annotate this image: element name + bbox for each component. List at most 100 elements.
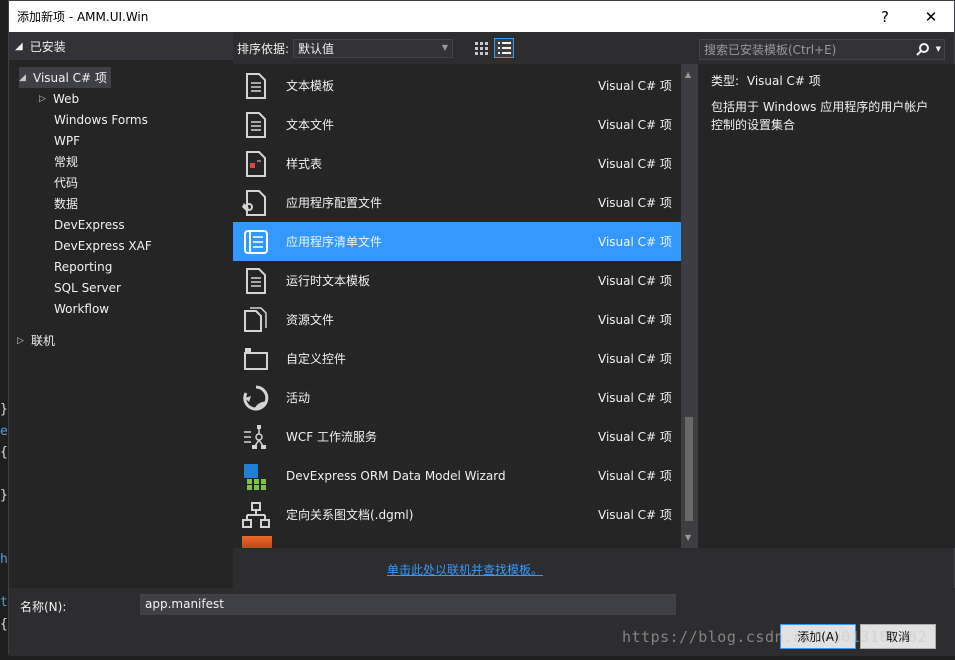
template-list-item[interactable]: 样式表 Visual C# 项 bbox=[233, 144, 681, 183]
template-name: DevExpress ORM Data Model Wizard bbox=[286, 468, 506, 483]
template-description: 包括用于 Windows 应用程序的用户帐户控制的设置集合 bbox=[711, 100, 929, 132]
template-name: 活动 bbox=[286, 391, 311, 405]
tree-item-label: Windows Forms bbox=[54, 112, 148, 127]
code-glyph: { bbox=[0, 445, 8, 460]
code-glyph: { bbox=[0, 617, 8, 632]
search-icon[interactable] bbox=[916, 42, 930, 56]
template-list-item[interactable]: 应用程序清单文件 Visual C# 项 bbox=[233, 222, 681, 261]
template-name: 运行时文本模板 bbox=[286, 274, 371, 288]
template-name: 应用程序配置文件 bbox=[286, 196, 383, 210]
template-type: Visual C# 项 bbox=[598, 79, 672, 93]
tree-item-label: DevExpress XAF bbox=[54, 238, 152, 253]
template-list-item[interactable]: 运行时文本模板 Visual C# 项 bbox=[233, 261, 681, 300]
tree-item[interactable]: Windows Forms bbox=[54, 109, 148, 130]
tree-item[interactable]: ▷ Web bbox=[39, 88, 79, 109]
tree-item-label: Reporting bbox=[54, 259, 113, 274]
text-template-icon bbox=[241, 71, 271, 101]
template-list-scrollbar[interactable]: ▲ ▼ bbox=[681, 64, 698, 548]
template-list-item[interactable]: DevExpress ORM Data Model Wizard Visual C… bbox=[233, 456, 681, 495]
tree-item[interactable]: WPF bbox=[54, 130, 80, 151]
template-type: Visual C# 项 bbox=[598, 118, 672, 132]
sort-dropdown[interactable]: 默认值 ▼ bbox=[293, 38, 454, 58]
details-view-button[interactable] bbox=[494, 38, 515, 58]
template-type: Visual C# 项 bbox=[598, 274, 672, 288]
sort-value: 默认值 bbox=[298, 41, 335, 56]
title-bar: 添加新项 - AMM.UI.Win ? ✕ bbox=[9, 1, 954, 32]
tree-expander-icon[interactable]: ◢ bbox=[19, 73, 33, 83]
collapse-arrow-icon: ◢ bbox=[15, 40, 23, 52]
tree-item-label: 常规 bbox=[54, 155, 79, 169]
template-list-item[interactable]: 应用程序配置文件 Visual C# 项 bbox=[233, 183, 681, 222]
name-label: 名称(N): bbox=[20, 600, 67, 614]
template-name: 资源文件 bbox=[286, 313, 335, 327]
watermark: https://blog.csdn.net/u013187382 bbox=[622, 628, 927, 646]
small-icons-view-button[interactable] bbox=[471, 38, 491, 58]
template-name: 文本文件 bbox=[286, 118, 335, 132]
template-name: 文本模板 bbox=[286, 79, 335, 93]
template-list-item[interactable]: 资源文件 Visual C# 项 bbox=[233, 300, 681, 339]
tree-item-label: 数据 bbox=[54, 197, 79, 211]
name-input[interactable]: app.manifest bbox=[140, 594, 676, 615]
template-type: Visual C# 项 bbox=[598, 508, 672, 522]
dgml-icon bbox=[241, 500, 271, 530]
text-file-icon bbox=[241, 110, 271, 140]
template-list-item[interactable]: WCF 工作流服务 Visual C# 项 bbox=[233, 417, 681, 456]
tree-item[interactable]: DevExpress XAF bbox=[54, 235, 152, 256]
code-glyph: e bbox=[0, 424, 8, 439]
find-online-templates-link[interactable]: 单击此处以联机并查找模板。 bbox=[387, 561, 543, 578]
tree-item-label: Workflow bbox=[54, 301, 110, 316]
help-button[interactable]: ? bbox=[862, 1, 908, 32]
template-name: WCF 工作流服务 bbox=[286, 430, 377, 444]
tree-item[interactable]: Workflow bbox=[54, 298, 109, 319]
tree-item[interactable]: ◢ Visual C# 项 bbox=[19, 67, 111, 88]
code-glyph: h bbox=[0, 552, 8, 567]
activity-icon bbox=[241, 383, 271, 413]
template-list-item[interactable]: 自定义控件 Visual C# 项 bbox=[233, 339, 681, 378]
grid-view-icon bbox=[474, 41, 488, 55]
wcf-workflow-icon bbox=[241, 422, 271, 452]
tree-item[interactable]: 常规 bbox=[54, 151, 78, 172]
partial-template-icon bbox=[242, 536, 272, 548]
tree-item-label: Web bbox=[53, 91, 80, 106]
tree-item-label: 代码 bbox=[54, 176, 79, 190]
search-options-chevron-icon[interactable]: ▼ bbox=[936, 45, 941, 53]
template-name: 样式表 bbox=[286, 157, 323, 171]
tree-item[interactable]: SQL Server bbox=[54, 277, 121, 298]
tree-item-label: SQL Server bbox=[54, 280, 121, 295]
template-type: Visual C# 项 bbox=[598, 430, 672, 444]
tree-item[interactable]: ▷ 联机 bbox=[17, 330, 55, 351]
search-placeholder: 搜索已安装模板(Ctrl+E) bbox=[704, 43, 837, 57]
scroll-up-icon[interactable]: ▲ bbox=[685, 70, 691, 79]
close-button[interactable]: ✕ bbox=[908, 1, 954, 32]
template-list-item[interactable]: 文本模板 Visual C# 项 bbox=[233, 66, 681, 105]
tree-item[interactable]: DevExpress bbox=[54, 214, 125, 235]
template-list-item[interactable]: 文本文件 Visual C# 项 bbox=[233, 105, 681, 144]
installed-label: 已安装 bbox=[29, 39, 66, 54]
template-name: 自定义控件 bbox=[286, 352, 347, 366]
scrollbar-thumb[interactable] bbox=[685, 417, 693, 521]
tree-expander-icon[interactable]: ▷ bbox=[39, 94, 53, 104]
code-glyph: t bbox=[0, 595, 8, 610]
scroll-down-icon[interactable]: ▼ bbox=[685, 533, 691, 542]
manifest-file-icon bbox=[241, 227, 271, 257]
tree-item[interactable]: 代码 bbox=[54, 172, 78, 193]
runtime-text-template-icon bbox=[241, 266, 271, 296]
type-row: 类型: Visual C# 项 bbox=[711, 72, 955, 90]
category-panel: ◢ 已安装 ◢ Visual C# 项 ▷ Web Windows Forms WPF 常规… bbox=[9, 32, 233, 588]
devexpress-orm-icon bbox=[241, 461, 271, 491]
dialog-title: 添加新项 - AMM.UI.Win bbox=[17, 10, 149, 24]
tree-item-label: 联机 bbox=[31, 334, 56, 348]
template-type: Visual C# 项 bbox=[598, 235, 672, 249]
template-list-item[interactable]: 定向关系图文档(.dgml) Visual C# 项 bbox=[233, 495, 681, 534]
tree-item[interactable]: Reporting bbox=[54, 256, 112, 277]
chevron-down-icon: ▼ bbox=[441, 42, 449, 52]
template-type: Visual C# 项 bbox=[598, 352, 672, 366]
template-type: Visual C# 项 bbox=[598, 157, 672, 171]
template-list-item[interactable]: 活动 Visual C# 项 bbox=[233, 378, 681, 417]
search-input[interactable]: 搜索已安装模板(Ctrl+E) ▼ bbox=[699, 39, 945, 60]
tree-expander-icon[interactable]: ▷ bbox=[17, 336, 31, 346]
tree-item[interactable]: 数据 bbox=[54, 193, 78, 214]
installed-header[interactable]: ◢ 已安装 bbox=[9, 32, 233, 60]
type-label: 类型: bbox=[711, 74, 740, 88]
template-type: Visual C# 项 bbox=[598, 469, 672, 483]
